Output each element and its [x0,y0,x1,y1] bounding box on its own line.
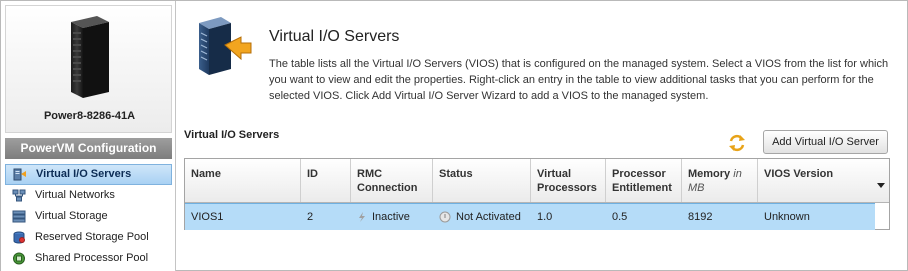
main-content: Virtual I/O Servers The table lists all … [177,1,907,271]
vios-page: Power8-8286-41A PowerVM Configuration Vi… [0,0,908,271]
storage-pool-icon [13,231,25,244]
add-virtual-io-server-button[interactable]: Add Virtual I/O Server [763,130,888,154]
column-header-virtual-processors[interactable]: Virtual Processors [531,159,606,202]
sidebar-nav: Virtual I/O Servers Virtual Networks Vir… [5,164,172,269]
cell-rmc-connection: Inactive [351,204,433,230]
column-header-label: RMC [357,168,383,180]
refresh-icon[interactable] [726,132,748,154]
cell-id: 2 [307,211,314,223]
column-header-label: Processor [612,168,666,180]
cell-name: VIOS1 [191,211,224,223]
column-menu-arrow-icon[interactable] [877,183,885,188]
table-title: Virtual I/O Servers [184,129,280,141]
vios-table: Name ID RMC Connection Status Virtual Pr… [184,158,890,230]
page-title: Virtual I/O Servers [269,28,400,45]
not-activated-icon [439,211,451,223]
column-header-vios-version[interactable]: VIOS Version [758,159,889,202]
system-summary: Power8-8286-41A [5,5,172,133]
column-header-unit: MB [688,182,705,194]
sidebar-item-label: Virtual Storage [35,210,108,222]
cell-rmc-label: Inactive [372,211,410,223]
column-header-memory[interactable]: Memory in MB [682,159,758,202]
table-row[interactable]: VIOS1 2 Inactive Not Activated 1.0 0.5 8… [185,203,875,230]
cell-vios-version: Unknown [764,211,810,223]
column-header-rmc-connection[interactable]: RMC Connection [351,159,433,202]
sidebar-item-virtual-storage[interactable]: Virtual Storage [5,206,172,227]
sidebar-item-label: Virtual Networks [35,189,115,201]
cell-status-label: Not Activated [456,211,521,223]
sidebar-item-reserved-storage-pool[interactable]: Reserved Storage Pool [5,227,172,248]
sidebar-item-virtual-io-servers[interactable]: Virtual I/O Servers [5,164,172,185]
processor-pool-icon [13,252,25,265]
column-header-label: Memory [688,168,731,180]
column-header-id[interactable]: ID [301,159,351,202]
table-header: Name ID RMC Connection Status Virtual Pr… [185,159,889,203]
column-header-label: Connection [357,182,418,194]
cell-processor-entitlement: 0.5 [612,211,628,223]
cell-virtual-processors: 1.0 [537,211,553,223]
server-icon [71,16,109,98]
column-header-label: Entitlement [612,182,672,194]
column-header-unit: in [733,168,742,180]
cell-memory: 8192 [688,211,713,223]
column-header-status[interactable]: Status [433,159,531,202]
system-name: Power8-8286-41A [43,110,136,122]
vios-icon [13,168,26,181]
column-header-name[interactable]: Name [185,159,301,202]
column-header-label: Status [439,168,473,180]
column-header-processor-entitlement[interactable]: Processor Entitlement [606,159,682,202]
sidebar-item-label: Shared Processor Pool [35,252,149,264]
column-header-label: VIOS Version [764,168,834,180]
column-header-label: Processors [537,182,597,194]
left-panel: Power8-8286-41A PowerVM Configuration Vi… [1,1,176,271]
storage-icon [12,210,26,223]
powervm-configuration-header: PowerVM Configuration [5,138,172,159]
vios-header-icon [199,17,252,75]
column-header-label: Virtual [537,168,572,180]
sidebar-item-virtual-networks[interactable]: Virtual Networks [5,185,172,206]
sidebar-item-label: Virtual I/O Servers [36,168,132,180]
lightning-icon [359,212,365,223]
sidebar-item-shared-processor-pool[interactable]: Shared Processor Pool [5,248,172,269]
network-icon [12,189,26,202]
column-header-label: ID [307,168,318,180]
column-header-label: Name [191,168,221,180]
page-description: The table lists all the Virtual I/O Serv… [269,58,889,102]
sidebar-item-label: Reserved Storage Pool [35,231,149,243]
cell-status: Not Activated [433,204,531,230]
